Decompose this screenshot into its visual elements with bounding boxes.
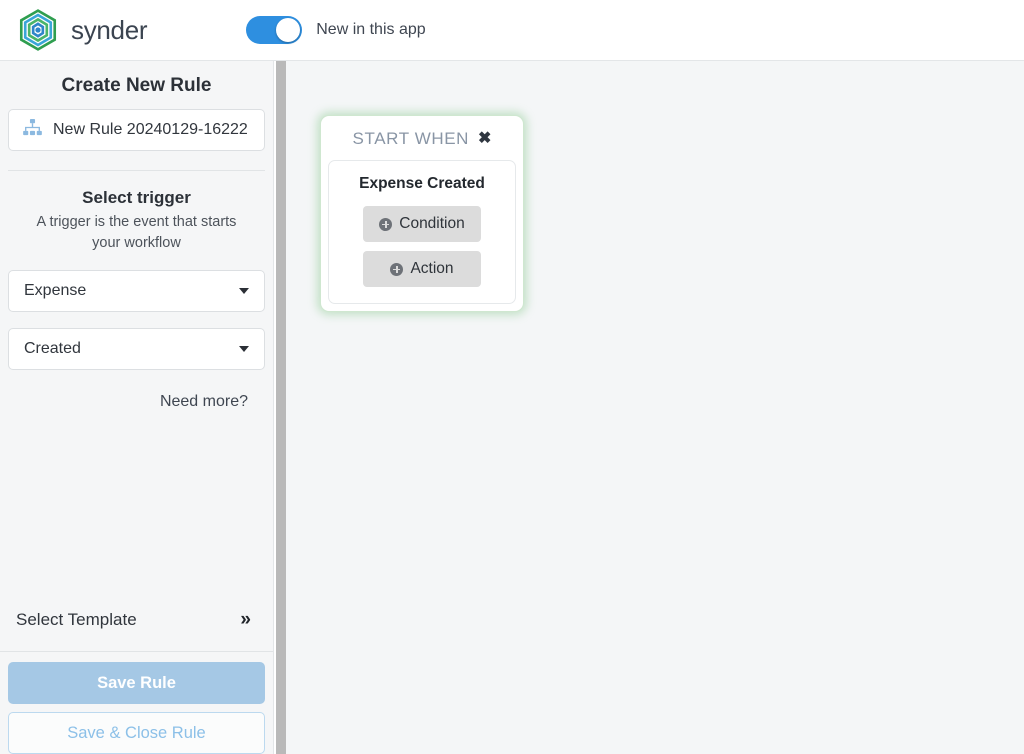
top-bar: synder New in this app	[0, 0, 1024, 61]
trigger-event-value: Created	[24, 340, 81, 358]
page-title: Create New Rule	[61, 75, 212, 96]
add-action-label: Action	[410, 260, 454, 277]
sitemap-icon	[23, 119, 42, 141]
save-and-close-rule-button[interactable]: Save & Close Rule	[8, 712, 265, 754]
synder-hex-logo-icon	[16, 8, 60, 52]
workflow-canvas[interactable]: START WHEN ✖ Expense Created Condition A…	[286, 61, 1024, 754]
need-more-link[interactable]: Need more?	[0, 370, 273, 411]
sidebar: Create New Rule New Rule 20240129-16222 …	[0, 61, 274, 754]
toggle-knob	[276, 18, 301, 42]
new-in-this-app-label: New in this app	[316, 21, 426, 38]
trigger-event-select[interactable]: Created	[8, 328, 265, 371]
trigger-object-value: Expense	[24, 282, 87, 300]
select-trigger-heading: Select trigger	[82, 188, 191, 207]
chevron-double-right-icon: »	[240, 609, 251, 630]
rule-name-value: New Rule 20240129-16222	[53, 121, 248, 138]
sidebar-actions: Save Rule Save & Close Rule	[0, 652, 273, 754]
select-template-button[interactable]: Select Template »	[0, 589, 273, 651]
brand-name: synder	[71, 14, 148, 45]
new-in-this-app-control: New in this app	[246, 16, 426, 44]
save-rule-button[interactable]: Save Rule	[8, 662, 265, 704]
trigger-object-select[interactable]: Expense	[8, 270, 265, 313]
new-in-this-app-toggle[interactable]	[246, 16, 303, 44]
plus-circle-icon	[379, 217, 393, 231]
node-header: START WHEN ✖	[328, 123, 516, 160]
chevron-down-icon	[239, 288, 249, 295]
vertical-scrollbar[interactable]	[276, 61, 286, 754]
add-action-button[interactable]: Action	[363, 251, 481, 287]
rule-name-field[interactable]: New Rule 20240129-16222	[8, 109, 265, 151]
select-trigger-description: A trigger is the event that starts your …	[36, 214, 237, 252]
node-header-title: START WHEN	[352, 129, 470, 148]
scrollbar-thumb[interactable]	[276, 61, 286, 754]
node-event-label: Expense Created	[359, 175, 485, 192]
add-condition-button[interactable]: Condition	[363, 206, 481, 242]
start-when-node[interactable]: START WHEN ✖ Expense Created Condition A…	[320, 115, 524, 312]
node-body: Expense Created Condition Action	[328, 160, 516, 304]
plus-circle-icon	[390, 262, 404, 276]
chevron-down-icon	[239, 346, 249, 353]
close-x-icon[interactable]: ✖	[478, 131, 491, 147]
select-template-label: Select Template	[16, 610, 137, 629]
add-condition-label: Condition	[399, 215, 465, 232]
brand: synder	[16, 8, 148, 52]
